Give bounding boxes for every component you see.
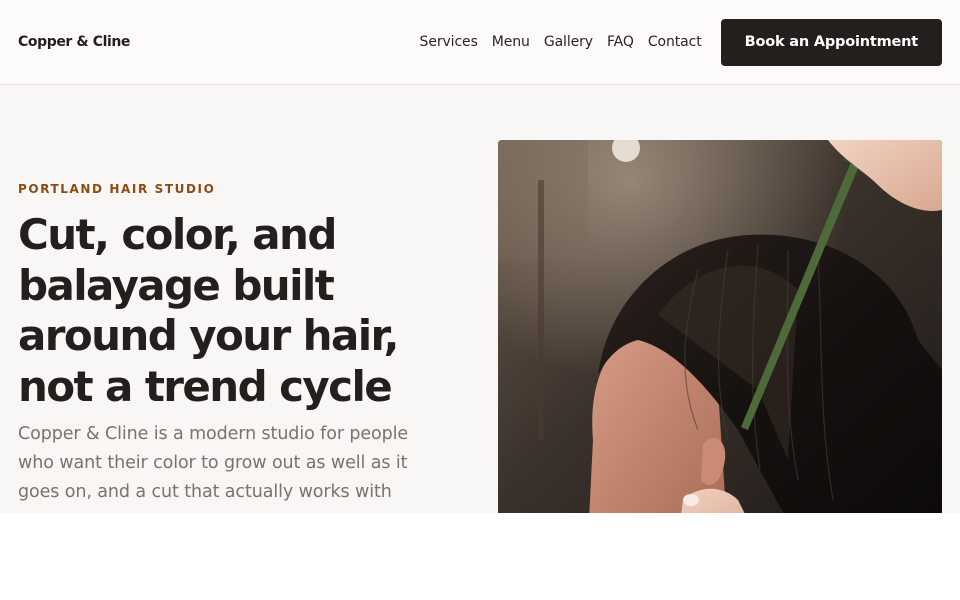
lede-line: Copper & Cline is a modern studio for pe… [18, 424, 409, 444]
headline-line: balayage built [18, 260, 335, 310]
brand-logo[interactable]: Copper & Cline [18, 34, 130, 50]
headline-line: around your hair, [18, 311, 399, 360]
hero-section: PORTLAND HAIR STUDIO Cut, color, and bal… [18, 182, 458, 507]
nav-link-faq[interactable]: FAQ [607, 34, 634, 50]
hero-lede: Copper & Cline is a modern studio for pe… [18, 420, 458, 507]
headline-line: not a trend cycle [18, 361, 393, 411]
page-viewport: Copper & Cline Services Menu Gallery FAQ… [0, 0, 960, 513]
book-appointment-button[interactable]: Book an Appointment [720, 18, 942, 66]
lede-line: who want their color to grow out as well… [18, 453, 408, 473]
headline-line: Cut, color, and [18, 210, 337, 259]
nav-link-gallery[interactable]: Gallery [544, 34, 593, 50]
main-nav: Services Menu Gallery FAQ Contact Book a… [420, 18, 942, 66]
site-header: Copper & Cline Services Menu Gallery FAQ… [0, 0, 960, 85]
lede-line: goes on, and a cut that actually works w… [18, 482, 392, 502]
hero-salon-photo [498, 140, 942, 513]
nav-link-services[interactable]: Services [420, 34, 478, 50]
hero-headline: Cut, color, and balayage built around yo… [18, 210, 458, 412]
hero-eyebrow: PORTLAND HAIR STUDIO [18, 182, 216, 196]
nav-link-contact[interactable]: Contact [648, 34, 702, 50]
nav-link-menu[interactable]: Menu [492, 34, 530, 50]
salon-photo-illustration [498, 140, 942, 513]
